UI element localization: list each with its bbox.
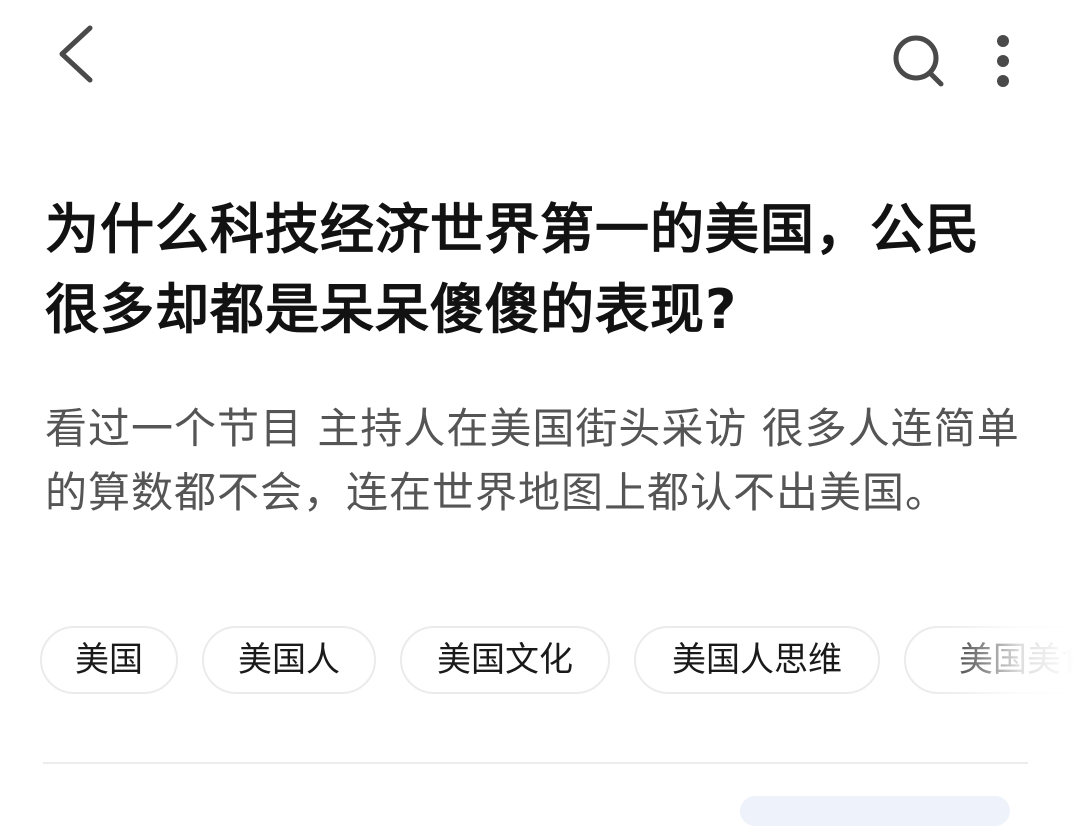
back-button[interactable] xyxy=(50,22,110,86)
more-vertical-icon xyxy=(997,35,1009,87)
top-navigation-bar xyxy=(0,0,1075,120)
more-options-button[interactable] xyxy=(982,28,1024,90)
chevron-left-icon xyxy=(59,25,93,83)
tag-chip[interactable]: 美国文化 xyxy=(400,626,610,694)
tag-chip[interactable]: 美国 xyxy=(40,626,178,694)
search-icon xyxy=(893,35,944,87)
divider xyxy=(43,762,1028,764)
question-title: 为什么科技经济世界第一的美国，公民很多却都是呆呆傻傻的表现? xyxy=(45,198,980,341)
tag-chip[interactable]: 美国美食 xyxy=(904,626,1075,694)
topic-tags: 美国 美国人 美国文化 美国人思维 美国美食 xyxy=(40,626,1075,698)
tag-chip[interactable]: 美国人 xyxy=(202,626,376,694)
question-description[interactable]: 看过一个节目 主持人在美国街头采访 很多人连简单的算数都不会，连在世界地图上都认… xyxy=(45,397,1020,525)
bottom-action-peek[interactable] xyxy=(740,796,1010,826)
tag-chip[interactable]: 美国人思维 xyxy=(634,626,880,694)
search-button[interactable] xyxy=(888,28,950,90)
